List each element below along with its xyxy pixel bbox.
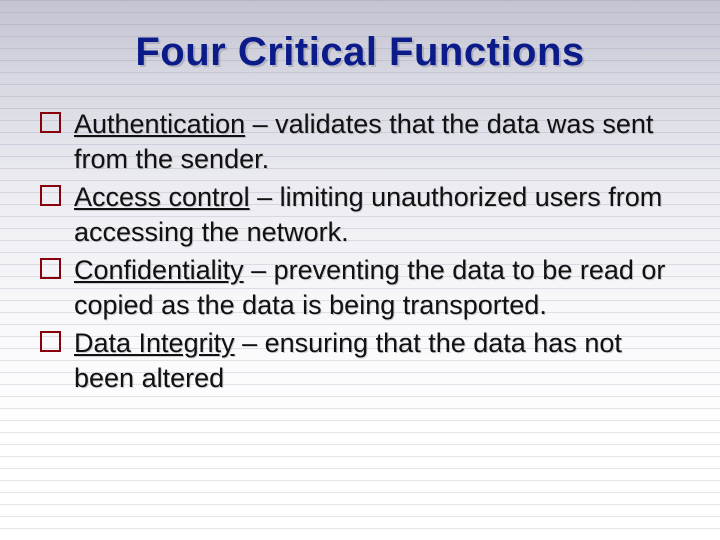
square-bullet-icon bbox=[40, 112, 61, 133]
slide-title: Four Critical Functions bbox=[40, 30, 680, 75]
list-item: Data Integrity – ensuring that the data … bbox=[40, 326, 680, 395]
list-item: Confidentiality – preventing the data to… bbox=[40, 253, 680, 322]
slide: Four Critical Functions Authentication –… bbox=[0, 0, 720, 540]
square-bullet-icon bbox=[40, 185, 61, 206]
list-item: Authentication – validates that the data… bbox=[40, 107, 680, 176]
list-item: Access control – limiting unauthorized u… bbox=[40, 180, 680, 249]
term: Confidentiality bbox=[74, 255, 244, 285]
term: Data Integrity bbox=[74, 328, 235, 358]
square-bullet-icon bbox=[40, 331, 61, 352]
term: Access control bbox=[74, 182, 250, 212]
term: Authentication bbox=[74, 109, 245, 139]
square-bullet-icon bbox=[40, 258, 61, 279]
bullet-list: Authentication – validates that the data… bbox=[40, 107, 680, 395]
